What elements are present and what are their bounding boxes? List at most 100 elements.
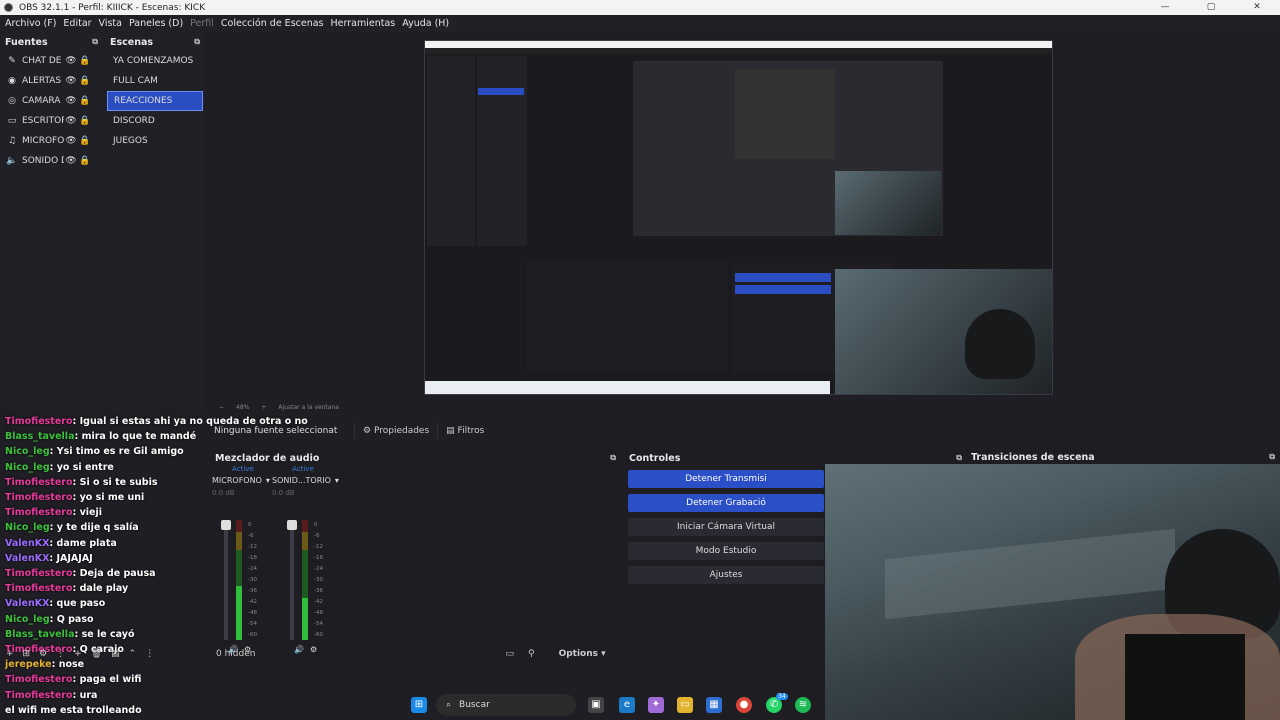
settings-gear-icon[interactable]: ⚙ (39, 649, 47, 659)
properties-button[interactable]: ⚙ Propiedades (354, 423, 437, 439)
chat-message: Blass_tavella: se le cayó (5, 629, 134, 640)
transitions-header: Transiciones de escena ⧉ (966, 449, 1280, 465)
source-item[interactable]: ♫ MICROFO 👁 🔒 (0, 131, 103, 151)
undock-icon[interactable]: ⧉ (610, 453, 616, 463)
zoom-out-button[interactable]: − (219, 404, 224, 411)
nested-selected-scene (478, 88, 524, 95)
chat-text: dame plata (56, 537, 117, 549)
menu-paneles[interactable]: Paneles (D) (129, 18, 185, 29)
source-item[interactable]: ◎ CAMARA 👁 🔒 (0, 91, 103, 111)
obs-logo-icon (4, 3, 13, 12)
source-item[interactable]: ▭ ESCRITOR 👁 🔒 (0, 111, 103, 131)
chat-text: que paso (56, 598, 106, 610)
more-icon[interactable]: ⋮ (145, 649, 154, 659)
visibility-eye-icon[interactable]: 👁 (64, 76, 78, 86)
undock-icon[interactable]: ⧉ (92, 37, 98, 47)
up-icon[interactable]: ⌃ (129, 649, 137, 659)
more-icon[interactable]: ⋮ (56, 649, 65, 659)
chat-message: ValenKX: que paso (5, 598, 105, 609)
chat-message: Timofiestero: vieji (5, 507, 102, 518)
chat-message: Timofiestero: Deja de pausa (5, 568, 156, 579)
zoom-level: 48% (236, 403, 250, 411)
preview-canvas[interactable] (424, 40, 1053, 395)
stop-recording-button[interactable]: Detener Grabació (628, 494, 824, 512)
delete-icon[interactable]: 🗑 (91, 649, 102, 659)
camera-icon: ◎ (8, 96, 16, 106)
nested-webcam (835, 171, 941, 235)
source-item[interactable]: 🔈 SONIDO D 👁 🔒 (0, 151, 103, 171)
undock-icon[interactable]: ⧉ (194, 37, 200, 47)
source-label: CAMARA (22, 96, 61, 106)
lock-icon[interactable]: 🔒 (78, 156, 92, 166)
spotify-icon[interactable]: ≋ (795, 697, 811, 713)
studio-mode-button[interactable]: Modo Estudio (628, 542, 824, 560)
options-label: Options (558, 649, 599, 659)
source-label: ALERTAS D (22, 76, 64, 86)
maximize-button[interactable]: ▢ (1188, 0, 1234, 15)
minimize-button[interactable]: — (1142, 0, 1188, 15)
chat-separator: : (49, 598, 57, 610)
nested-titlebar (425, 41, 1052, 48)
files-icon[interactable]: ▭ (677, 697, 693, 713)
nested-sources (427, 56, 475, 246)
window-titlebar: OBS 32.1.1 - Perfil: KIIICK - Escenas: K… (0, 0, 1280, 15)
mixer-options-button[interactable]: Options ▾ (559, 649, 606, 659)
scene-item[interactable]: DISCORD (107, 111, 203, 131)
source-item[interactable]: ✎ CHAT DE K👁🔒 (0, 51, 103, 71)
scene-item[interactable]: YA COMENZAMOS (107, 51, 203, 71)
settings-button[interactable]: Ajustes (628, 566, 824, 584)
menu-perfil[interactable]: Perfil (190, 18, 216, 29)
visibility-eye-icon[interactable]: 👁 (64, 116, 78, 126)
menu-editar[interactable]: Editar (63, 18, 93, 29)
mixer-layout-icon[interactable]: ▭ (505, 649, 514, 659)
zoom-in-button[interactable]: + (261, 404, 266, 411)
visibility-eye-icon[interactable]: 👁 (64, 96, 78, 106)
lock-icon[interactable]: 🔒 (78, 96, 92, 106)
microphone-icon: ♫ (7, 136, 17, 146)
chat-username: Nico_leg (5, 461, 50, 473)
chat-message: ValenKX: JAJAJAJ (5, 553, 93, 564)
close-button[interactable]: ✕ (1234, 0, 1280, 15)
menu-vista[interactable]: Vista (99, 18, 124, 29)
store-icon[interactable]: ▦ (706, 697, 722, 713)
taskview-icon[interactable]: ▣ (588, 697, 604, 713)
visibility-eye-icon[interactable]: 👁 (64, 56, 78, 66)
visibility-eye-icon[interactable]: 👁 (64, 136, 78, 146)
undock-icon[interactable]: ⧉ (1269, 452, 1275, 462)
lock-icon[interactable]: 🔒 (78, 116, 92, 126)
start-virtual-camera-button[interactable]: Iniciar Cámara Virtual (628, 518, 824, 536)
group-icon[interactable]: ⊞ (23, 649, 31, 659)
undock-icon[interactable]: ⧉ (956, 453, 962, 463)
lock-icon[interactable]: 🔒 (78, 136, 92, 146)
source-item[interactable]: ◉ ALERTAS D👁🔒 (0, 71, 103, 91)
scene-item[interactable]: JUEGOS (107, 131, 203, 151)
chrome-icon[interactable]: ● (736, 697, 752, 713)
menu-archivo[interactable]: Archivo (F) (5, 18, 58, 29)
nested-stop-stream (735, 273, 831, 282)
visibility-eye-icon[interactable]: 👁 (64, 156, 78, 166)
edge-icon[interactable]: e (619, 697, 635, 713)
menu-herramientas[interactable]: Herramientas (331, 18, 398, 29)
stop-streaming-button[interactable]: Detener Transmisi (628, 470, 824, 488)
filters-button[interactable]: ▤ Filtros (437, 423, 492, 439)
menu-coleccion-escenas[interactable]: Colección de Escenas (221, 18, 326, 29)
lock-icon[interactable]: 🔒 (78, 56, 92, 66)
add-scene-icon[interactable]: + (74, 649, 82, 659)
filter-icon[interactable]: ▤ (111, 649, 120, 659)
chat-separator: : (72, 583, 80, 595)
taskbar-search[interactable]: ⌕ Buscar (436, 694, 576, 716)
chevron-down-icon[interactable]: ▾ (335, 476, 339, 485)
sources-dock-header: Fuentes ⧉ (0, 33, 103, 51)
zoom-fit[interactable]: Ajustar a la ventana (278, 404, 339, 411)
menu-ayuda[interactable]: Ayuda (H) (402, 18, 451, 29)
windows-start-icon[interactable]: ⊞ (411, 697, 427, 713)
lock-icon[interactable]: 🔒 (78, 76, 92, 86)
chat-username: Blass_tavella (5, 628, 75, 640)
copilot-icon[interactable]: ✦ (648, 697, 664, 713)
chat-username: ValenKX (5, 537, 50, 549)
add-icon[interactable]: + (6, 649, 14, 659)
scene-item[interactable]: REACCIONES (107, 91, 203, 111)
link-icon[interactable]: ⚲ (528, 649, 535, 659)
scene-toolbar: + ⊞ ⚙ ⋮ + 🗑 ▤ ⌃ ⋮ (2, 646, 212, 662)
scene-item[interactable]: FULL CAM (107, 71, 203, 91)
